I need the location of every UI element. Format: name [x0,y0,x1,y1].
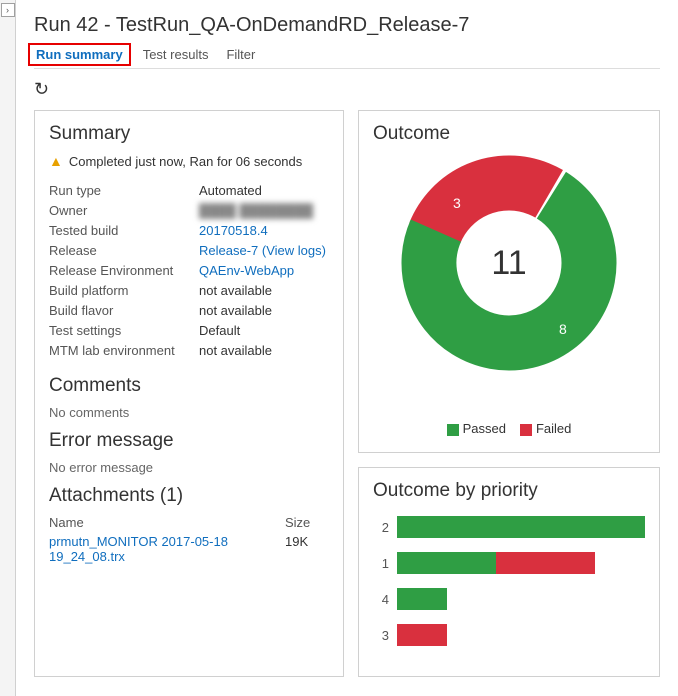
outcome-total: 11 [464,218,554,308]
priority-bar-passed [397,552,496,574]
release-env-label: Release Environment [49,261,199,281]
error-heading: Error message [49,430,329,452]
release-link[interactable]: Release-7 (View logs) [199,241,326,261]
priority-bar-row: 4 [373,588,645,610]
tab-run-summary[interactable]: Run summary [28,43,131,66]
run-type-value: Automated [199,181,262,201]
priority-bar-row: 1 [373,552,645,574]
priority-bar-failed [397,624,447,646]
outcome-legend: Passed Failed [373,421,645,436]
tested-build-label: Tested build [49,221,199,241]
outcome-panel: Outcome 11 3 8 Passed Failed [358,110,660,453]
outcome-donut: 11 3 8 [399,153,619,373]
priority-bar-failed [496,552,595,574]
passed-swatch-icon [447,424,459,436]
main-panel: Run 42 - TestRun_QA-OnDemandRD_Release-7… [16,0,678,696]
attachment-row: prmutn_MONITOR 2017-05-18 19_24_08.trx 1… [49,530,329,564]
page-title: Run 42 - TestRun_QA-OnDemandRD_Release-7 [34,0,660,47]
legend-failed: Failed [520,421,571,436]
donut-failed-label: 3 [453,195,461,211]
build-flavor-value: not available [199,301,272,321]
comments-heading: Comments [49,375,329,397]
comments-empty: No comments [49,405,329,420]
mtm-env-label: MTM lab environment [49,341,199,361]
priority-panel: Outcome by priority 2 1 4 3 [358,467,660,677]
outcome-heading: Outcome [373,123,645,145]
error-empty: No error message [49,460,329,475]
attachments-col-size: Size [285,515,329,530]
owner-value: ████ ████████ [199,201,313,221]
attachments-col-name: Name [49,515,285,530]
tab-test-results[interactable]: Test results [143,47,209,62]
priority-bar-label: 2 [373,520,397,535]
build-flavor-label: Build flavor [49,301,199,321]
release-env-link[interactable]: QAEnv-WebApp [199,261,294,281]
warning-icon: ▲ [49,153,63,169]
chevron-right-icon: › [1,3,15,17]
priority-bar-label: 1 [373,556,397,571]
attachment-size: 19K [285,534,329,564]
tab-filter[interactable]: Filter [226,47,255,62]
test-settings-value: Default [199,321,240,341]
tab-bar: Run summary Test results Filter [34,47,660,69]
status-text: Completed just now, Ran for 06 seconds [69,154,302,169]
tested-build-link[interactable]: 20170518.4 [199,221,268,241]
mtm-env-value: not available [199,341,272,361]
attachment-link[interactable]: prmutn_MONITOR 2017-05-18 19_24_08.trx [49,534,285,564]
test-settings-label: Test settings [49,321,199,341]
run-type-label: Run type [49,181,199,201]
release-label: Release [49,241,199,261]
build-platform-value: not available [199,281,272,301]
priority-bar-track [397,552,645,574]
attachments-heading: Attachments (1) [49,485,329,507]
collapse-handle[interactable]: › [0,0,16,696]
priority-bar-passed [397,516,645,538]
summary-heading: Summary [49,123,329,145]
priority-bar-passed [397,588,447,610]
priority-bar-track [397,624,645,646]
priority-bar-label: 4 [373,592,397,607]
legend-passed: Passed [447,421,506,436]
build-platform-label: Build platform [49,281,199,301]
status-line: ▲ Completed just now, Ran for 06 seconds [49,153,329,169]
priority-bar-track [397,588,645,610]
donut-passed-label: 8 [559,321,567,337]
priority-bar-track [397,516,645,538]
priority-bar-label: 3 [373,628,397,643]
priority-bar-row: 2 [373,516,645,538]
refresh-icon[interactable]: ↻ [34,79,49,99]
failed-swatch-icon [520,424,532,436]
summary-panel: Summary ▲ Completed just now, Ran for 06… [34,110,344,677]
priority-bar-row: 3 [373,624,645,646]
owner-label: Owner [49,201,199,221]
priority-heading: Outcome by priority [373,480,645,502]
